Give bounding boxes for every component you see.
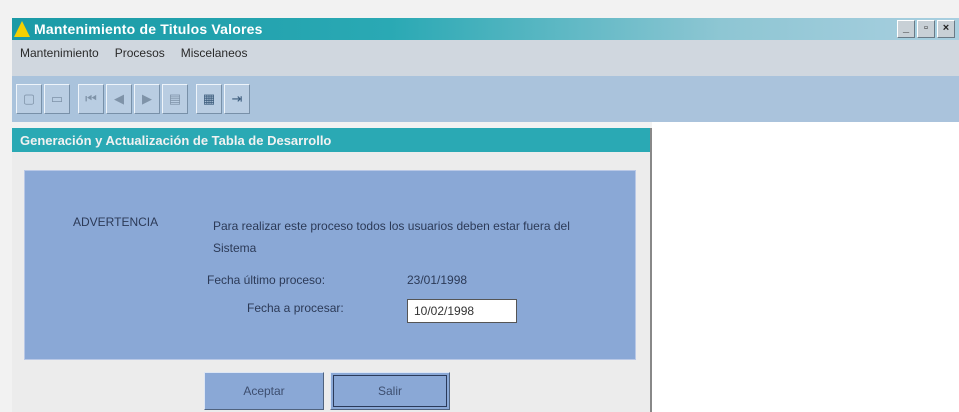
toolbar: ▢ ▭ ⏮ ◀ ▶ ▤ ▦ ⇥: [12, 76, 959, 122]
first-icon[interactable]: ⏮: [78, 84, 104, 114]
menu-mantenimiento[interactable]: Mantenimiento: [20, 46, 99, 60]
minimize-button[interactable]: _: [897, 20, 915, 38]
last-process-label: Fecha último proceso:: [207, 273, 326, 287]
dialog-window: Generación y Actualización de Tabla de D…: [12, 128, 652, 412]
print-icon[interactable]: ▦: [196, 84, 222, 114]
process-date-label: Fecha a procesar:: [247, 301, 344, 315]
next-icon[interactable]: ▶: [134, 84, 160, 114]
open-icon[interactable]: ▭: [44, 84, 70, 114]
exit-button[interactable]: Salir: [330, 372, 450, 410]
warning-label: ADVERTENCIA: [73, 215, 159, 229]
dialog-title: Generación y Actualización de Tabla de D…: [12, 128, 650, 152]
accept-button[interactable]: Aceptar: [204, 372, 324, 410]
close-button[interactable]: ×: [937, 20, 955, 38]
dialog-panel: ADVERTENCIA Para realizar este proceso t…: [24, 170, 636, 360]
app-warning-icon: [14, 21, 30, 37]
exit-icon[interactable]: ⇥: [224, 84, 250, 114]
mdi-background: [652, 122, 959, 412]
menu-bar: Mantenimiento Procesos Miscelaneos: [12, 40, 959, 76]
maximize-button[interactable]: ▫: [917, 20, 935, 38]
last-process-value: 23/01/1998: [407, 273, 468, 287]
window-controls: _ ▫ ×: [897, 20, 955, 38]
warning-text: Para realizar este proceso todos los usu…: [213, 219, 570, 255]
process-date-input[interactable]: [407, 299, 517, 323]
prev-icon[interactable]: ◀: [106, 84, 132, 114]
new-icon[interactable]: ▢: [16, 84, 42, 114]
menu-miscelaneos[interactable]: Miscelaneos: [181, 46, 248, 60]
window-title: Mantenimiento de Titulos Valores: [34, 21, 263, 37]
menu-procesos[interactable]: Procesos: [115, 46, 165, 60]
title-bar: Mantenimiento de Titulos Valores _ ▫ ×: [12, 18, 959, 40]
save-icon[interactable]: ▤: [162, 84, 188, 114]
